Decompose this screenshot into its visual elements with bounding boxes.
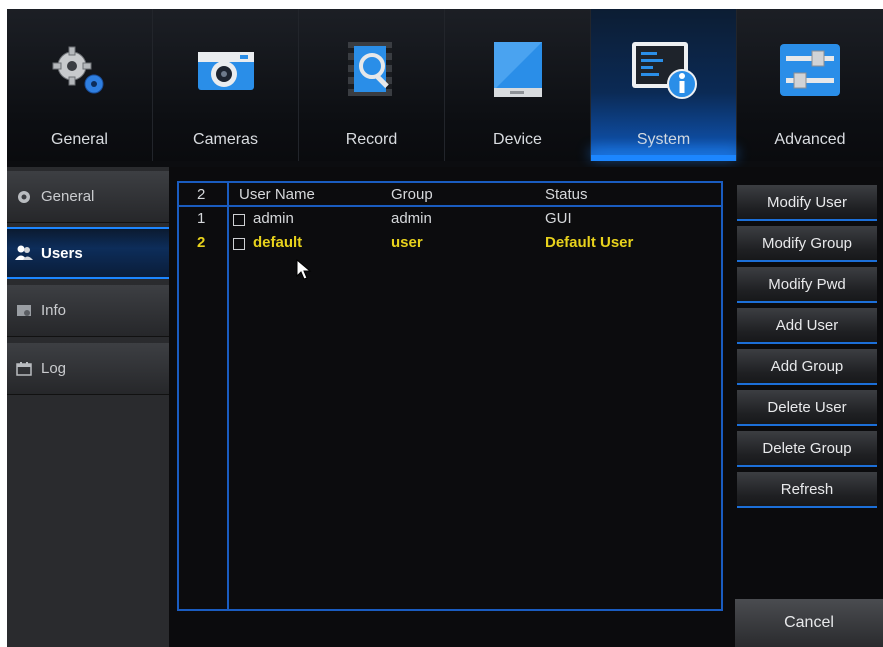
cell-group: admin [391,210,432,227]
tab-label: Device [493,131,542,148]
header-divider [179,205,721,207]
tab-system[interactable]: System [591,9,737,161]
column-header-group: Group [391,186,433,203]
record-search-icon [336,37,408,103]
sidebar-item-info[interactable]: Info [7,285,169,337]
cell-status: Default User [545,234,634,251]
users-icon [15,245,33,261]
tab-label: Advanced [774,131,846,148]
row-checkbox[interactable] [233,214,245,226]
hard-drive-icon [482,37,554,103]
tab-label: Cameras [193,131,258,148]
cancel-button[interactable]: Cancel [735,599,883,647]
table-row[interactable]: 1 admin admin GUI [179,209,721,231]
row-index: 1 [197,210,206,227]
modify-group-button[interactable]: Modify Group [737,226,877,262]
info-icon [15,303,33,319]
modify-password-button[interactable]: Modify Pwd [737,267,877,303]
cell-user-name: default [253,234,303,251]
tab-general[interactable]: General [7,9,153,161]
delete-user-button[interactable]: Delete User [737,390,877,426]
user-table: 2 User Name Group Status 1 admin admin G… [177,181,723,611]
tab-label: System [636,131,691,148]
tab-cameras[interactable]: Cameras [153,9,299,161]
tab-label: Record [345,131,398,148]
tab-device[interactable]: Device [445,9,591,161]
sidebar-item-label: General [41,188,95,205]
active-tab-indicator [591,155,736,161]
sidebar-item-general[interactable]: General [7,171,169,223]
tab-label: General [51,131,108,148]
mouse-cursor-icon [296,259,312,280]
gear-icon [15,189,33,205]
users-panel: 2 User Name Group Status 1 admin admin G… [169,167,735,647]
action-panel: Modify User Modify Group Modify Pwd Add … [735,167,883,647]
add-user-button[interactable]: Add User [737,308,877,344]
row-checkbox[interactable] [233,238,245,250]
calendar-icon [15,361,33,377]
sidebar-item-users[interactable]: Users [7,227,169,279]
tab-advanced[interactable]: Advanced [737,9,883,161]
system-users-window: General Cameras Record Device System Adv… [7,9,883,647]
sliders-icon [774,37,846,103]
sidebar-item-label: Users [41,244,83,262]
camera-icon [190,37,262,103]
top-tab-bar: General Cameras Record Device System Adv… [7,9,883,161]
sidebar-item-label: Info [41,302,67,319]
modify-user-button[interactable]: Modify User [737,185,877,221]
column-header-status: Status [545,186,588,203]
sidebar: General Users Info Log [7,167,169,647]
sidebar-item-log[interactable]: Log [7,343,169,395]
cell-user-name: admin [253,210,294,227]
row-index: 2 [197,234,206,251]
tab-record[interactable]: Record [299,9,445,161]
system-info-icon [628,37,700,103]
column-header-user-name: User Name [239,186,315,203]
delete-group-button[interactable]: Delete Group [737,431,877,467]
add-group-button[interactable]: Add Group [737,349,877,385]
user-count: 2 [197,186,206,203]
refresh-button[interactable]: Refresh [737,472,877,508]
cell-status: GUI [545,210,572,227]
sidebar-item-label: Log [41,360,67,377]
cell-group: user [391,234,423,251]
gears-icon [44,37,116,103]
table-row[interactable]: 2 default user Default User [179,233,721,255]
